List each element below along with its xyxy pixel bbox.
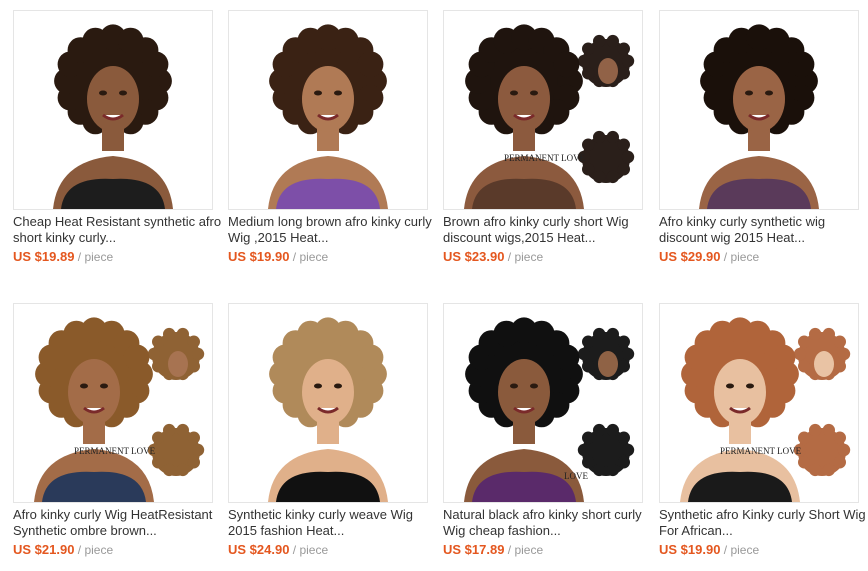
product-card[interactable]: Cheap Heat Resistant synthetic afro shor…: [13, 10, 223, 265]
price-line: US $17.89 / piece: [443, 542, 653, 558]
svg-text:PERMANENT LOVE: PERMANENT LOVE: [74, 446, 156, 456]
price-line: US $19.89 / piece: [13, 249, 223, 265]
product-card[interactable]: LOVE Natural black afro kinky short curl…: [443, 303, 653, 558]
price-unit: / piece: [723, 250, 760, 264]
price-unit: / piece: [507, 543, 544, 557]
price-line: US $24.90 / piece: [228, 542, 438, 558]
product-title[interactable]: Afro kinky curly synthetic wig discount …: [659, 214, 868, 246]
product-grid: Cheap Heat Resistant synthetic afro shor…: [0, 0, 868, 571]
price-line: US $19.90 / piece: [659, 542, 868, 558]
product-title[interactable]: Cheap Heat Resistant synthetic afro shor…: [13, 214, 223, 246]
product-price: US $24.90: [228, 542, 290, 557]
product-price: US $21.90: [13, 542, 75, 557]
price-line: US $21.90 / piece: [13, 542, 223, 558]
price-unit: / piece: [77, 250, 114, 264]
price-unit: / piece: [292, 543, 329, 557]
product-image[interactable]: [228, 10, 428, 210]
product-image[interactable]: PERMANENT LOVE: [443, 10, 643, 210]
product-title[interactable]: Natural black afro kinky short curly Wig…: [443, 507, 653, 539]
price-line: US $23.90 / piece: [443, 249, 653, 265]
product-card[interactable]: Medium long brown afro kinky curly Wig ,…: [228, 10, 438, 265]
wig-photo: [660, 11, 858, 209]
product-price: US $17.89: [443, 542, 505, 557]
product-card[interactable]: PERMANENT LOVE Synthetic afro Kinky curl…: [659, 303, 868, 558]
svg-text:LOVE: LOVE: [564, 471, 588, 481]
svg-text:PERMANENT LOVE: PERMANENT LOVE: [720, 446, 802, 456]
product-price: US $29.90: [659, 249, 721, 264]
price-line: US $19.90 / piece: [228, 249, 438, 265]
wig-photo: PERMANENT LOVE: [660, 304, 858, 502]
wig-photo: [14, 11, 212, 209]
product-image[interactable]: [228, 303, 428, 503]
price-unit: / piece: [77, 543, 114, 557]
product-price: US $19.90: [228, 249, 290, 264]
product-price: US $23.90: [443, 249, 505, 264]
price-line: US $29.90 / piece: [659, 249, 868, 265]
price-unit: / piece: [292, 250, 329, 264]
product-card[interactable]: PERMANENT LOVE Afro kinky curly Wig Heat…: [13, 303, 223, 558]
wig-photo: [229, 11, 427, 209]
product-card[interactable]: PERMANENT LOVE Brown afro kinky curly sh…: [443, 10, 653, 265]
product-image[interactable]: LOVE: [443, 303, 643, 503]
price-unit: / piece: [723, 543, 760, 557]
product-image[interactable]: [13, 10, 213, 210]
product-price: US $19.90: [659, 542, 721, 557]
price-unit: / piece: [507, 250, 544, 264]
product-image[interactable]: [659, 10, 859, 210]
svg-text:PERMANENT LOVE: PERMANENT LOVE: [504, 153, 586, 163]
product-price: US $19.89: [13, 249, 75, 264]
product-image[interactable]: PERMANENT LOVE: [659, 303, 859, 503]
product-card[interactable]: Synthetic kinky curly weave Wig 2015 fas…: [228, 303, 438, 558]
wig-photo: LOVE: [444, 304, 642, 502]
product-title[interactable]: Medium long brown afro kinky curly Wig ,…: [228, 214, 438, 246]
product-title[interactable]: Brown afro kinky curly short Wig discoun…: [443, 214, 653, 246]
product-title[interactable]: Synthetic kinky curly weave Wig 2015 fas…: [228, 507, 438, 539]
product-title[interactable]: Synthetic afro Kinky curly Short Wig For…: [659, 507, 868, 539]
product-image[interactable]: PERMANENT LOVE: [13, 303, 213, 503]
product-card[interactable]: Afro kinky curly synthetic wig discount …: [659, 10, 868, 265]
wig-photo: PERMANENT LOVE: [14, 304, 212, 502]
product-title[interactable]: Afro kinky curly Wig HeatResistant Synth…: [13, 507, 223, 539]
wig-photo: [229, 304, 427, 502]
wig-photo: PERMANENT LOVE: [444, 11, 642, 209]
